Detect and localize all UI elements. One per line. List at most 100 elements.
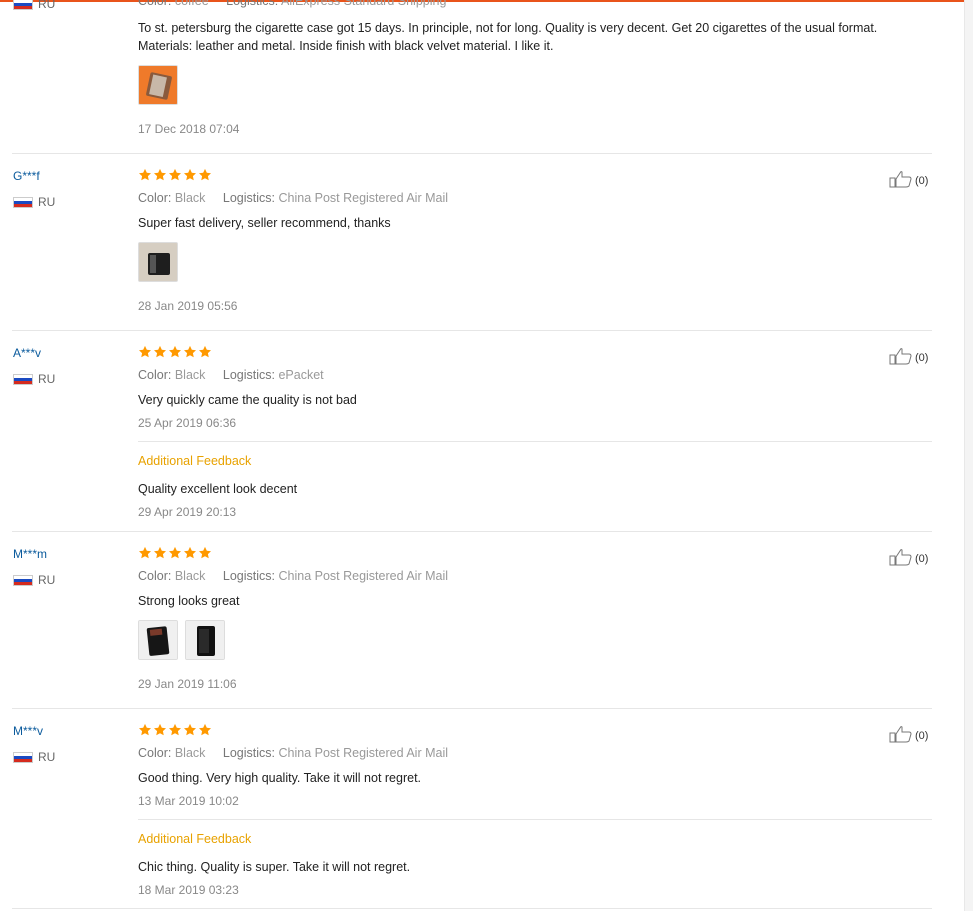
review-photo-thumbnail[interactable] bbox=[185, 620, 225, 660]
star-rating bbox=[138, 723, 212, 737]
country: RU bbox=[13, 750, 55, 764]
country: RU bbox=[13, 573, 55, 587]
russia-flag-icon bbox=[13, 574, 33, 586]
cigarette-case-photo bbox=[186, 621, 224, 659]
star-icon bbox=[183, 546, 197, 559]
star-icon bbox=[153, 723, 167, 736]
color-value: coffee bbox=[174, 0, 209, 8]
star-icon bbox=[153, 345, 167, 358]
additional-feedback-date: 18 Mar 2019 03:23 bbox=[138, 883, 239, 897]
star-icon bbox=[168, 723, 182, 736]
star-icon bbox=[183, 723, 197, 736]
country-code: RU bbox=[38, 372, 56, 386]
review-divider bbox=[12, 708, 932, 709]
color-label: Color: bbox=[138, 191, 172, 205]
logistics-value: AliExpress Standard Shipping bbox=[281, 0, 447, 8]
color-label: Color: bbox=[138, 569, 172, 583]
additional-feedback-divider bbox=[138, 441, 932, 442]
country-code: RU bbox=[38, 0, 56, 11]
review-meta: Color: coffee Logistics: AliExpress Stan… bbox=[138, 0, 446, 8]
logistics-value: China Post Registered Air Mail bbox=[278, 569, 449, 583]
star-icon bbox=[153, 168, 167, 181]
review-meta: Color: Black Logistics: ePacket bbox=[138, 368, 324, 382]
star-icon bbox=[153, 546, 167, 559]
additional-feedback-label: Additional Feedback bbox=[138, 832, 252, 846]
country-code: RU bbox=[38, 195, 56, 209]
star-icon bbox=[198, 168, 212, 181]
cigarette-case-photo bbox=[139, 243, 177, 281]
star-icon bbox=[183, 168, 197, 181]
star-rating bbox=[138, 345, 212, 359]
color-value: Black bbox=[174, 191, 206, 205]
color-label: Color: bbox=[138, 0, 172, 8]
star-icon bbox=[183, 345, 197, 358]
star-icon bbox=[168, 345, 182, 358]
thumbs-up-icon bbox=[889, 548, 913, 569]
russia-flag-icon bbox=[13, 751, 33, 763]
review-photo-thumbnail[interactable] bbox=[138, 242, 178, 282]
russia-flag-icon bbox=[13, 196, 33, 208]
country-code: RU bbox=[38, 750, 56, 764]
helpful-button[interactable]: (0) bbox=[889, 170, 928, 191]
thumbs-up-icon bbox=[889, 170, 913, 191]
logistics-label: Logistics: bbox=[222, 569, 275, 583]
logistics-label: Logistics: bbox=[222, 746, 275, 760]
logistics-value: ePacket bbox=[278, 368, 324, 382]
scrollbar[interactable] bbox=[964, 0, 973, 911]
review-divider bbox=[12, 908, 932, 909]
review-divider bbox=[12, 153, 932, 154]
country: RU bbox=[13, 195, 55, 209]
review-text: Super fast delivery, seller recommend, t… bbox=[138, 216, 391, 230]
additional-feedback-text: Chic thing. Quality is super. Take it wi… bbox=[138, 860, 411, 874]
review-text: Very quickly came the quality is not bad bbox=[138, 393, 357, 407]
star-icon bbox=[138, 723, 152, 736]
review-date: 13 Mar 2019 10:02 bbox=[138, 794, 239, 808]
country-code: RU bbox=[38, 573, 56, 587]
cigarette-case-photo bbox=[139, 621, 177, 659]
star-icon bbox=[168, 546, 182, 559]
logistics-label: Logistics: bbox=[222, 368, 275, 382]
helpful-button[interactable]: (0) bbox=[889, 548, 928, 569]
reviewer-name: M***m bbox=[13, 547, 48, 561]
thumbs-up-icon bbox=[889, 725, 913, 746]
review-meta: Color: Black Logistics: China Post Regis… bbox=[138, 746, 448, 760]
additional-feedback-text: Quality excellent look decent bbox=[138, 482, 298, 496]
color-label: Color: bbox=[138, 746, 172, 760]
review-text: To st. petersburg the cigarette case got… bbox=[138, 21, 878, 53]
cigarette-case-photo bbox=[139, 66, 177, 104]
helpful-button[interactable]: (0) bbox=[889, 347, 928, 368]
star-rating bbox=[138, 546, 212, 560]
helpful-count: (0) bbox=[915, 729, 929, 742]
review-photo-thumbnail[interactable] bbox=[138, 620, 178, 660]
review-date: 29 Jan 2019 11:06 bbox=[138, 677, 237, 691]
reviewer-name: M***v bbox=[13, 724, 44, 738]
logistics-value: China Post Registered Air Mail bbox=[278, 191, 449, 205]
review-meta: Color: Black Logistics: China Post Regis… bbox=[138, 191, 448, 205]
review-meta: Color: Black Logistics: China Post Regis… bbox=[138, 569, 448, 583]
color-value: Black bbox=[174, 569, 206, 583]
helpful-count: (0) bbox=[915, 552, 929, 565]
star-icon bbox=[138, 168, 152, 181]
reviewer-name: G***f bbox=[13, 169, 40, 183]
helpful-count: (0) bbox=[915, 174, 929, 187]
review-text: Strong looks great bbox=[138, 594, 240, 608]
review-photo-thumbnail[interactable] bbox=[138, 65, 178, 105]
helpful-count: (0) bbox=[915, 351, 929, 364]
additional-feedback-label: Additional Feedback bbox=[138, 454, 252, 468]
additional-feedback-divider bbox=[138, 819, 932, 820]
reviewer-name: A***v bbox=[13, 346, 42, 360]
star-icon bbox=[198, 546, 212, 559]
russia-flag-icon bbox=[13, 0, 33, 10]
review-divider bbox=[12, 531, 932, 532]
country: RU bbox=[13, 372, 55, 386]
star-rating bbox=[138, 168, 212, 182]
logistics-value: China Post Registered Air Mail bbox=[278, 746, 449, 760]
review-date: 25 Apr 2019 06:36 bbox=[138, 416, 237, 430]
helpful-button[interactable]: (0) bbox=[889, 725, 928, 746]
star-icon bbox=[198, 723, 212, 736]
logistics-label: Logistics: bbox=[226, 0, 279, 8]
logistics-label: Logistics: bbox=[222, 191, 275, 205]
star-icon bbox=[168, 168, 182, 181]
star-icon bbox=[138, 345, 152, 358]
review-divider bbox=[12, 330, 932, 331]
